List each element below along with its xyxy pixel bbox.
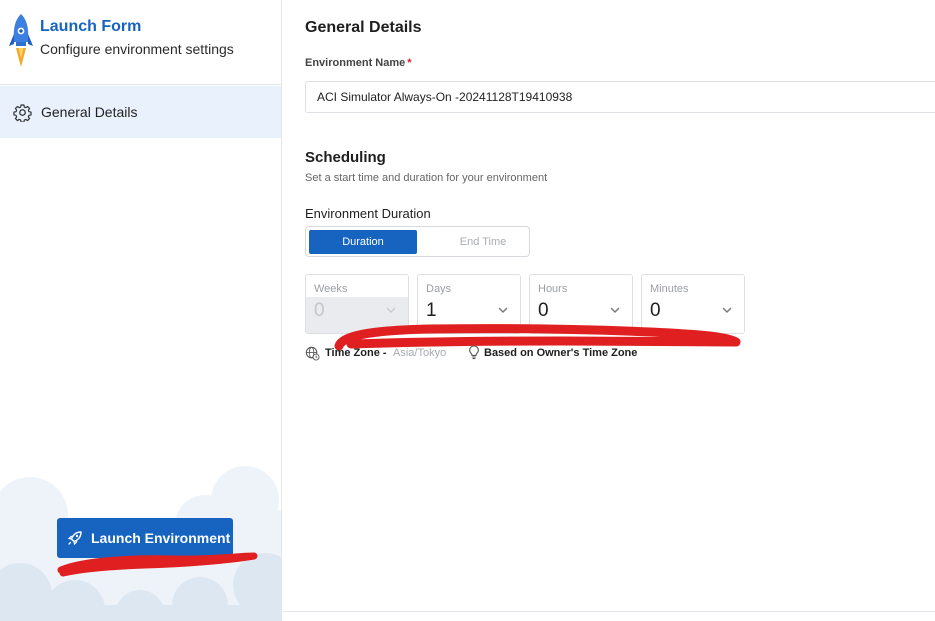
chevron-down-icon [722,307,732,313]
lightbulb-icon [469,345,479,360]
environment-name-input[interactable] [305,81,935,113]
required-asterisk: * [407,57,412,69]
environment-name-label: Environment Name * [305,57,412,69]
days-select[interactable]: Days 1 [417,274,521,334]
sidebar-item-label: General Details [41,104,138,120]
hours-value: 0 [538,300,549,321]
scheduling-heading: Scheduling [305,149,386,166]
launch-environment-label: Launch Environment [91,530,231,546]
main-content: General Details Environment Name* Schedu… [283,0,935,621]
rocket-logo-icon [9,14,33,67]
weeks-value: 0 [314,300,325,321]
launch-environment-button[interactable]: Launch Environment [57,518,233,558]
brand-subtitle: Configure environment settings [40,41,234,57]
minutes-value: 0 [650,300,661,321]
hours-label: Hours [538,283,568,295]
time-zone-value: Asia/Tokyo [393,347,447,359]
time-zone-label: Time Zone - [325,347,387,359]
days-label: Days [426,283,452,295]
chevron-down-icon [610,307,620,313]
brand-header: Launch Form Configure environment settin… [0,0,281,85]
days-value: 1 [426,300,437,321]
scheduling-subtitle: Set a start time and duration for your e… [305,172,548,184]
brand-title: Launch Form [40,18,142,35]
chevron-down-icon [498,307,508,313]
globe-clock-icon [305,346,320,361]
general-details-heading: General Details [305,19,422,36]
sidebar: Launch Form Configure environment settin… [0,0,282,621]
environment-duration-label: Environment Duration [305,206,431,221]
owner-time-zone-note: Based on Owner's Time Zone [484,347,638,359]
footer-divider [283,611,935,612]
minutes-label: Minutes [650,283,689,295]
sidebar-item-general-details[interactable]: General Details [0,86,281,138]
rocket-icon [67,531,82,546]
minutes-select[interactable]: Minutes 0 [641,274,745,334]
duration-mode-toggle: Duration End Time [305,226,530,257]
toggle-end-time[interactable]: End Time [440,230,526,254]
hours-select[interactable]: Hours 0 [529,274,633,334]
toggle-duration[interactable]: Duration [309,230,417,254]
chevron-down-icon [386,307,396,313]
weeks-select[interactable]: Weeks 0 [305,274,409,334]
weeks-label: Weeks [314,283,348,295]
gear-icon [13,104,32,122]
environment-name-label-text: Environment Name [305,57,406,69]
